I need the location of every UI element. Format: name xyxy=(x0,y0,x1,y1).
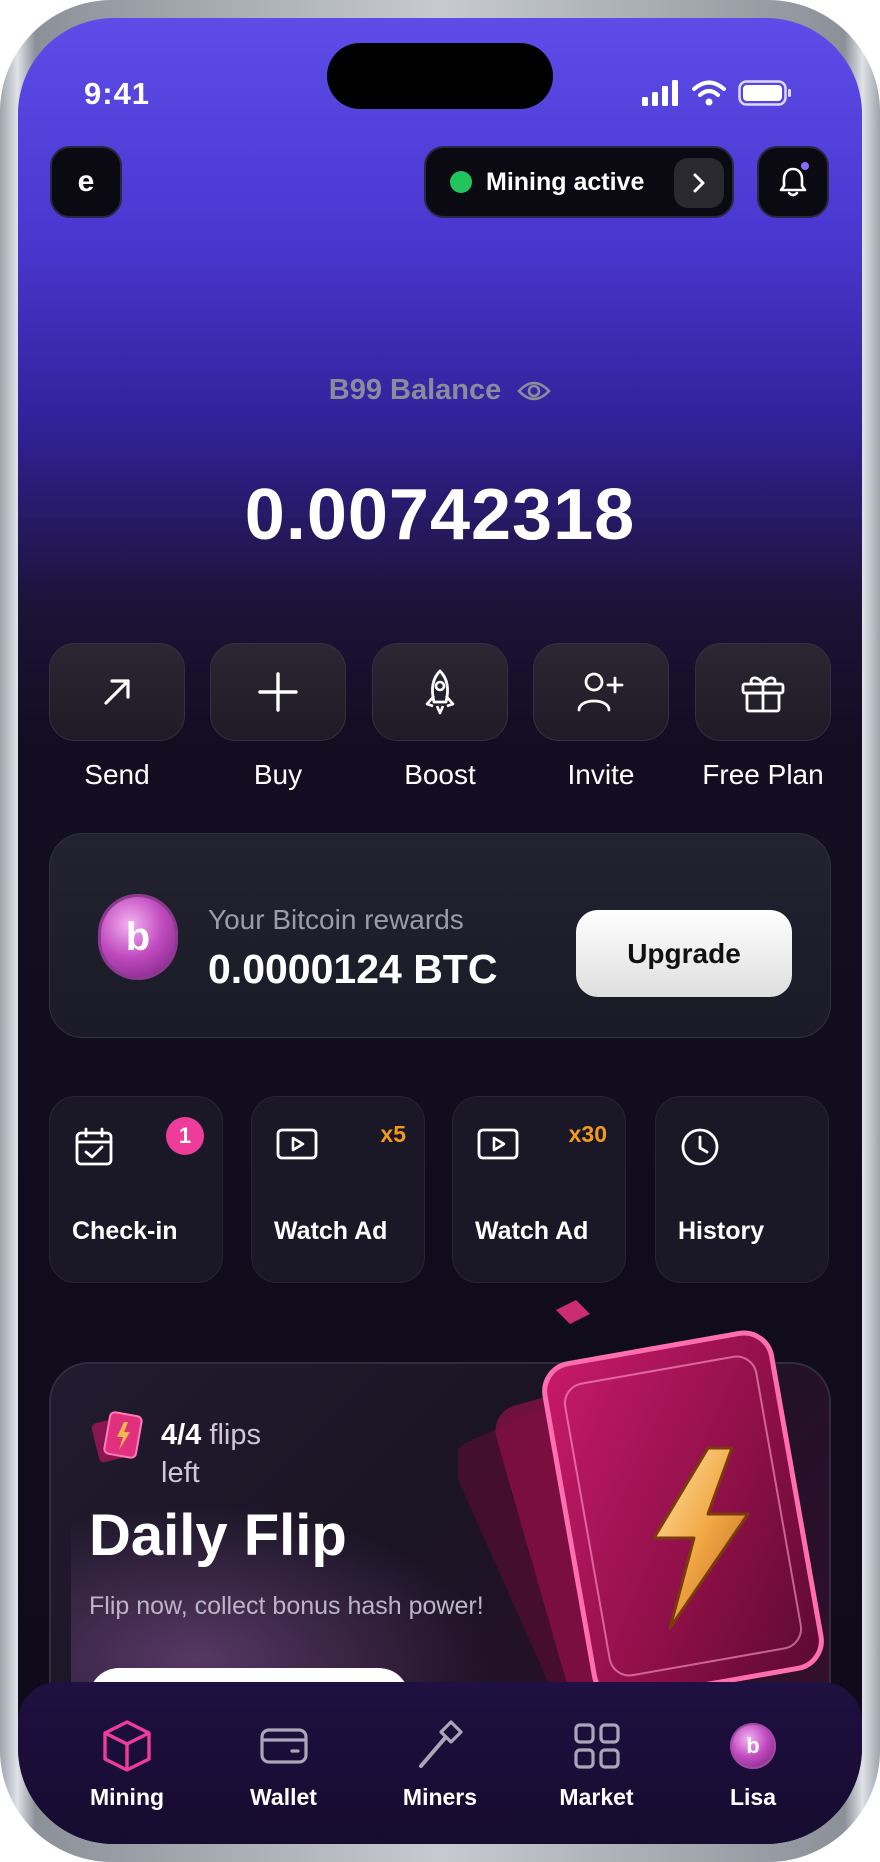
buy-button[interactable] xyxy=(210,643,346,741)
action-label: Invite xyxy=(567,759,635,790)
grid-icon xyxy=(573,1723,620,1769)
nav-label: Wallet xyxy=(250,1784,317,1810)
phone-frame: 9:41 e Mining active B99 Balance 0.00742… xyxy=(0,0,880,1862)
app-screen: 9:41 e Mining active B99 Balance 0.00742… xyxy=(18,18,862,1844)
action-buy[interactable]: Buy xyxy=(210,643,346,791)
action-send[interactable]: Send xyxy=(49,643,185,791)
status-icons xyxy=(642,80,792,106)
notification-dot xyxy=(801,162,809,170)
flips-suffix: flips xyxy=(209,1419,261,1451)
action-invite[interactable]: Invite xyxy=(533,643,669,791)
task-label: History xyxy=(678,1217,765,1245)
arrow-up-right-icon xyxy=(104,679,130,705)
flip-card-illustration xyxy=(458,1300,824,1708)
task-label: Check-in xyxy=(72,1217,178,1245)
bottom-nav: Mining Wallet Miners Market b Lisa xyxy=(18,1682,862,1844)
check-in-badge: 1 xyxy=(166,1117,204,1155)
nav-market[interactable]: Market xyxy=(532,1682,662,1844)
boost-button[interactable] xyxy=(372,643,508,741)
daily-flip-subtitle: Flip now, collect bonus hash power! xyxy=(89,1592,484,1620)
task-label: Watch Ad xyxy=(274,1217,388,1245)
balance-label: B99 Balance xyxy=(328,374,502,406)
bell-icon xyxy=(779,167,807,197)
balance-header: B99 Balance xyxy=(18,374,862,407)
eye-icon[interactable] xyxy=(517,379,552,403)
avatar: b xyxy=(730,1723,776,1769)
nav-mining[interactable]: Mining xyxy=(62,1682,192,1844)
notifications-button[interactable] xyxy=(757,146,829,218)
cards-icon xyxy=(91,1411,143,1463)
task-label: Watch Ad xyxy=(475,1217,589,1245)
balance-value: 0.00742318 xyxy=(244,475,636,555)
action-label: Free Plan xyxy=(702,759,824,790)
action-label: Buy xyxy=(253,759,303,790)
task-check-in[interactable]: 1 Check-in xyxy=(49,1096,223,1283)
send-button[interactable] xyxy=(49,643,185,741)
user-plus-icon xyxy=(577,672,624,712)
b99-coin-icon: b xyxy=(98,894,178,980)
flips-suffix-2: left xyxy=(161,1457,200,1489)
nav-wallet[interactable]: Wallet xyxy=(219,1682,349,1844)
nav-profile[interactable]: b Lisa xyxy=(688,1682,818,1844)
daily-flip-title: Daily Flip xyxy=(89,1503,347,1568)
multiplier-badge: x30 xyxy=(568,1121,607,1147)
task-watch-ad-x5[interactable]: x5 Watch Ad xyxy=(251,1096,425,1283)
hammer-icon xyxy=(419,1720,463,1768)
cube-icon xyxy=(103,1720,151,1772)
bitcoin-rewards-card: b Your Bitcoin rewards 0.0000124 BTC Upg… xyxy=(49,833,831,1038)
calendar-check-icon xyxy=(75,1127,113,1166)
nav-label: Lisa xyxy=(729,1784,777,1810)
nav-label: Mining xyxy=(89,1784,165,1810)
task-watch-ad-x30[interactable]: x30 Watch Ad xyxy=(452,1096,626,1283)
app-logo-button[interactable]: e xyxy=(50,146,122,218)
task-history[interactable]: History xyxy=(655,1096,829,1283)
rocket-icon xyxy=(425,669,455,715)
nav-label: Miners xyxy=(402,1784,478,1810)
plus-icon xyxy=(258,672,298,712)
action-free-plan[interactable]: Free Plan xyxy=(695,643,831,791)
rewards-label: Your Bitcoin rewards xyxy=(208,904,464,935)
mining-status-dot xyxy=(450,171,472,193)
chevron-right-icon xyxy=(674,158,724,208)
multiplier-badge: x5 xyxy=(380,1121,406,1147)
flips-count: 4/4 xyxy=(161,1419,202,1451)
dynamic-island xyxy=(327,43,553,109)
action-label: Send xyxy=(84,759,150,790)
nav-label: Market xyxy=(559,1784,634,1810)
wifi-icon xyxy=(692,80,726,106)
action-boost[interactable]: Boost xyxy=(372,643,508,791)
invite-button[interactable] xyxy=(533,643,669,741)
mining-status-button[interactable]: Mining active xyxy=(424,146,734,218)
clock-icon xyxy=(681,1128,719,1166)
wallet-icon xyxy=(259,1728,308,1764)
upgrade-button[interactable]: Upgrade xyxy=(576,910,792,997)
status-time: 9:41 xyxy=(84,76,151,111)
nav-miners[interactable]: Miners xyxy=(375,1682,505,1844)
action-label: Boost xyxy=(404,759,476,790)
rewards-value: 0.0000124 BTC xyxy=(208,946,498,992)
battery-icon xyxy=(738,80,791,106)
mining-status-label: Mining active xyxy=(486,167,645,196)
signal-icon xyxy=(642,80,678,106)
gift-icon xyxy=(741,676,785,713)
play-icon xyxy=(477,1128,519,1160)
play-icon xyxy=(276,1128,318,1160)
flips-left-label: 4/4 flips left xyxy=(161,1416,261,1492)
free-plan-button[interactable] xyxy=(695,643,831,741)
